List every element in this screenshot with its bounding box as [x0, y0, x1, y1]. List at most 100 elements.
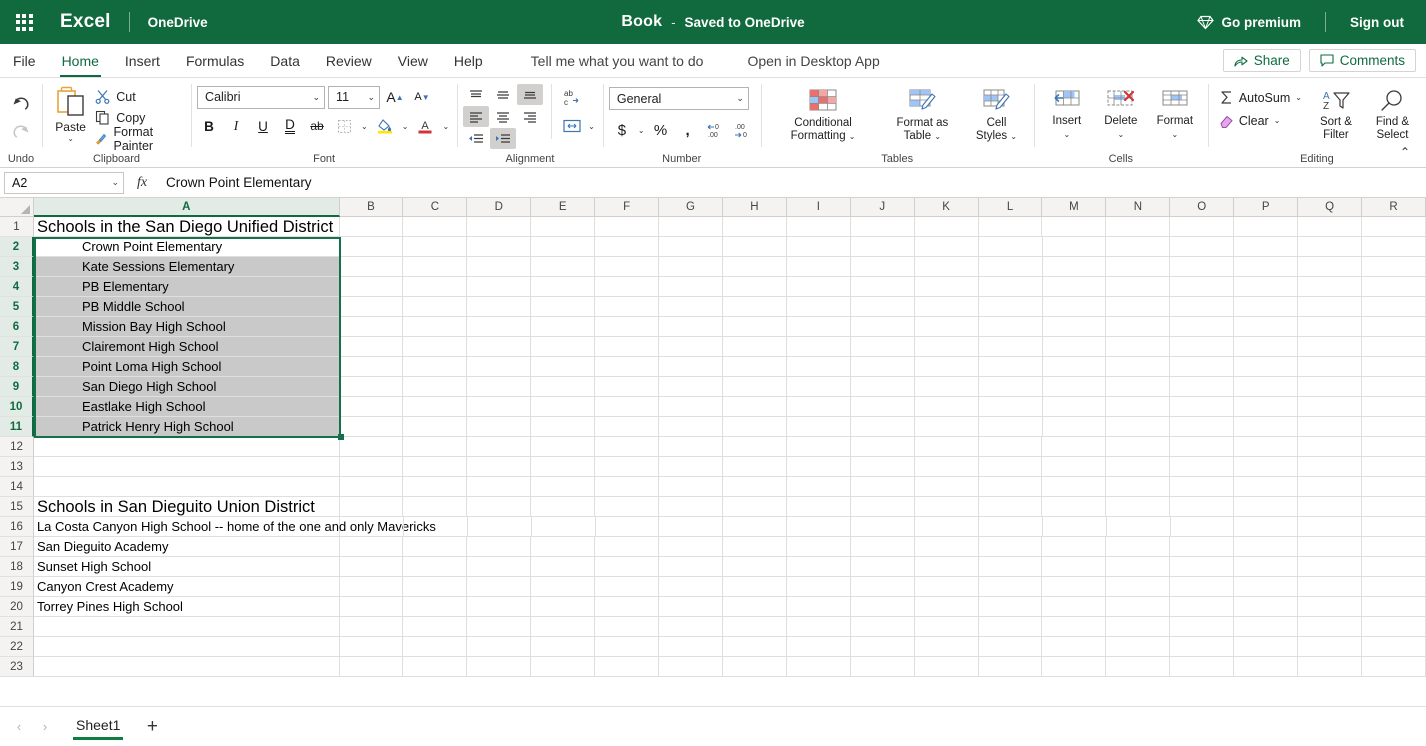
open-in-desktop-app-button[interactable]: Open in Desktop App [734, 44, 892, 77]
bottom-align-button[interactable] [517, 84, 544, 105]
cell-F19[interactable] [595, 577, 660, 597]
cell-G14[interactable] [659, 477, 723, 497]
column-header-q[interactable]: Q [1298, 198, 1363, 217]
column-header-h[interactable]: H [722, 198, 787, 217]
cell-Q16[interactable] [1298, 517, 1363, 537]
cell-N13[interactable] [1106, 457, 1171, 477]
cell-L5[interactable] [978, 297, 1043, 317]
cell-C12[interactable] [403, 437, 468, 457]
cell-L6[interactable] [978, 317, 1043, 337]
cell-G3[interactable] [659, 257, 723, 277]
cell-B10[interactable] [339, 397, 404, 417]
column-header-a[interactable]: A [33, 198, 340, 217]
cell-O18[interactable] [1170, 557, 1235, 577]
cell-B7[interactable] [339, 337, 404, 357]
cell-C4[interactable] [403, 277, 468, 297]
cell-R16[interactable] [1362, 517, 1426, 537]
cell-H12[interactable] [722, 437, 787, 457]
cell-F20[interactable] [595, 597, 660, 617]
cell-K10[interactable] [914, 397, 979, 417]
cell-C23[interactable] [403, 657, 468, 677]
column-header-i[interactable]: I [786, 198, 851, 217]
cell-L20[interactable] [978, 597, 1043, 617]
cell-F18[interactable] [595, 557, 660, 577]
cell-M19[interactable] [1042, 577, 1107, 597]
cell-J14[interactable] [850, 477, 915, 497]
cell-N18[interactable] [1106, 557, 1171, 577]
row-header-9[interactable]: 9 [0, 377, 34, 397]
cell-R13[interactable] [1362, 457, 1426, 477]
cell-M23[interactable] [1042, 657, 1107, 677]
decrease-indent-button[interactable] [463, 128, 489, 149]
cell-B3[interactable] [339, 257, 404, 277]
cell-D22[interactable] [467, 637, 532, 657]
cell-C13[interactable] [403, 457, 468, 477]
cell-R3[interactable] [1362, 257, 1426, 277]
cell-D16[interactable] [467, 517, 532, 537]
cell-Q2[interactable] [1298, 237, 1363, 257]
cell-I16[interactable] [787, 517, 852, 537]
formula-input[interactable]: Crown Point Elementary [160, 171, 1422, 195]
cell-F2[interactable] [595, 237, 660, 257]
cell-D1[interactable] [467, 217, 532, 237]
cell-I6[interactable] [786, 317, 851, 337]
cell-A19[interactable]: Canyon Crest Academy [33, 577, 340, 597]
share-button[interactable]: Share [1222, 49, 1301, 72]
cell-J12[interactable] [850, 437, 915, 457]
column-header-o[interactable]: O [1170, 198, 1235, 217]
cell-J13[interactable] [850, 457, 915, 477]
cell-M8[interactable] [1042, 357, 1107, 377]
font-name-select[interactable]: Calibri ⌄ [197, 85, 326, 109]
cell-I15[interactable] [786, 497, 851, 517]
cell-J10[interactable] [850, 397, 915, 417]
column-header-e[interactable]: E [531, 198, 596, 217]
cell-Q14[interactable] [1298, 477, 1362, 497]
cell-N9[interactable] [1106, 377, 1171, 397]
cell-I14[interactable] [786, 477, 851, 497]
cell-M12[interactable] [1042, 437, 1107, 457]
cell-N19[interactable] [1106, 577, 1171, 597]
cell-K22[interactable] [914, 637, 979, 657]
column-header-g[interactable]: G [659, 198, 723, 217]
cell-A21[interactable] [33, 617, 340, 637]
cell-M18[interactable] [1042, 557, 1107, 577]
storage-location-label[interactable]: OneDrive [148, 15, 208, 30]
cell-D6[interactable] [467, 317, 532, 337]
format-painter-button[interactable]: Format Painter [93, 125, 185, 153]
cell-G11[interactable] [659, 417, 723, 437]
cell-F12[interactable] [595, 437, 660, 457]
cell-G9[interactable] [659, 377, 723, 397]
cell-I5[interactable] [786, 297, 851, 317]
cell-H5[interactable] [722, 297, 787, 317]
cell-A6[interactable]: Mission Bay High School [33, 317, 340, 337]
cell-A4[interactable]: PB Elementary [33, 277, 340, 297]
cell-D4[interactable] [467, 277, 532, 297]
cell-M9[interactable] [1042, 377, 1107, 397]
cell-R8[interactable] [1362, 357, 1426, 377]
borders-button[interactable] [332, 114, 356, 138]
cell-L16[interactable] [978, 517, 1043, 537]
cell-B22[interactable] [339, 637, 404, 657]
row-header-10[interactable]: 10 [0, 397, 34, 417]
cell-Q21[interactable] [1298, 617, 1362, 637]
cell-E5[interactable] [531, 297, 596, 317]
clear-button[interactable]: Clear ⌄ [1214, 111, 1307, 130]
cell-H21[interactable] [722, 617, 787, 637]
cell-B8[interactable] [339, 357, 404, 377]
next-sheet-arrow-icon[interactable]: › [32, 714, 58, 740]
row-header-5[interactable]: 5 [0, 297, 34, 317]
document-title[interactable]: Book [621, 13, 662, 31]
cell-H9[interactable] [722, 377, 787, 397]
cell-P9[interactable] [1234, 377, 1299, 397]
cell-D23[interactable] [467, 657, 532, 677]
cell-G22[interactable] [659, 637, 723, 657]
tab-data[interactable]: Data [257, 44, 313, 77]
cell-P1[interactable] [1234, 217, 1299, 237]
cell-E2[interactable] [531, 237, 596, 257]
cell-O11[interactable] [1170, 417, 1235, 437]
align-right-button[interactable] [517, 106, 543, 127]
tab-insert[interactable]: Insert [112, 44, 173, 77]
cell-N15[interactable] [1106, 497, 1171, 517]
cell-C22[interactable] [403, 637, 468, 657]
cell-E7[interactable] [531, 337, 596, 357]
